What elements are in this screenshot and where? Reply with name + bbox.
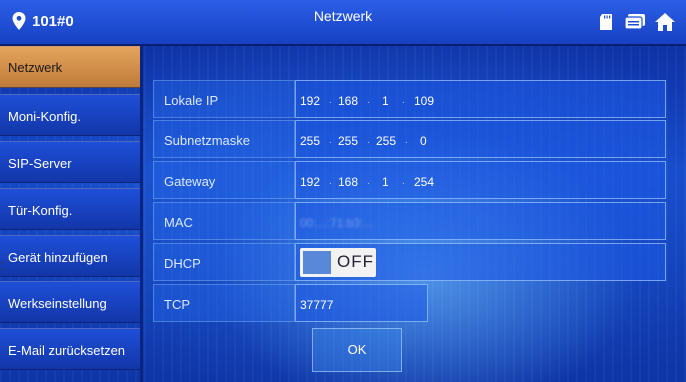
mac-row: MAC 00:...:71:b3:... <box>153 202 666 240</box>
tcp-label: TCP <box>153 284 295 322</box>
local-ip-label: Lokale IP <box>153 80 295 118</box>
ip-dot: . <box>367 95 370 106</box>
top-bar: 101#0 Netzwerk <box>0 0 686 46</box>
subnet-octet-1[interactable]: 255 <box>300 134 320 148</box>
gateway-field[interactable]: 192 . 168 . 1 . 254 <box>295 161 666 199</box>
sidebar-item-geraet-hinzufuegen[interactable]: Gerät hinzufügen <box>0 235 140 277</box>
dhcp-toggle[interactable]: OFF <box>300 248 376 277</box>
ip-octet-2[interactable]: 168 <box>338 94 358 108</box>
ip-dot: . <box>367 176 370 187</box>
subnet-row: Subnetzmaske 255 . 255 . 255 . 0 <box>153 120 666 158</box>
ok-button[interactable]: OK <box>312 328 402 372</box>
subnet-octet-2[interactable]: 255 <box>338 134 358 148</box>
local-ip-field[interactable]: 192 . 168 . 1 . 109 <box>295 80 666 118</box>
subnet-octet-4[interactable]: 0 <box>420 134 427 148</box>
sidebar-divider <box>140 46 143 382</box>
message-icon[interactable] <box>624 13 646 31</box>
tcp-field[interactable]: 37777 <box>295 284 428 322</box>
status-icons <box>598 12 676 32</box>
sidebar-item-netzwerk[interactable]: Netzwerk <box>0 46 140 88</box>
sd-card-icon[interactable] <box>598 13 616 31</box>
subnet-octet-3[interactable]: 255 <box>376 134 396 148</box>
ip-dot: . <box>329 135 332 146</box>
ip-dot: . <box>402 95 405 106</box>
tcp-value[interactable]: 37777 <box>300 298 333 312</box>
gateway-octet-3[interactable]: 1 <box>382 175 389 189</box>
sidebar-item-werkseinstellung[interactable]: Werkseinstellung <box>0 281 140 323</box>
local-ip-row: Lokale IP 192 . 168 . 1 . 109 <box>153 80 666 118</box>
dhcp-label: DHCP <box>153 243 295 281</box>
subnet-label: Subnetzmaske <box>153 120 295 158</box>
gateway-octet-4[interactable]: 254 <box>414 175 434 189</box>
mac-label: MAC <box>153 202 295 240</box>
sidebar-item-tuer-konfig[interactable]: Tür-Konfig. <box>0 188 140 230</box>
ip-octet-1[interactable]: 192 <box>300 94 320 108</box>
mac-value: 00:...:71:b3:... <box>300 216 374 230</box>
toggle-knob <box>303 251 331 274</box>
dhcp-row: DHCP OFF <box>153 243 666 281</box>
sidebar-item-email-zuruecksetzen[interactable]: E-Mail zurücksetzen <box>0 328 140 370</box>
subnet-field[interactable]: 255 . 255 . 255 . 0 <box>295 120 666 158</box>
tcp-row: TCP 37777 <box>153 284 428 322</box>
ip-dot: . <box>402 176 405 187</box>
ip-dot: . <box>405 135 408 146</box>
dhcp-field: OFF <box>295 243 666 281</box>
ip-octet-4[interactable]: 109 <box>414 94 434 108</box>
ip-dot: . <box>367 135 370 146</box>
dhcp-state: OFF <box>337 252 374 271</box>
ip-dot: . <box>329 176 332 187</box>
sidebar-item-sip-server[interactable]: SIP-Server <box>0 141 140 183</box>
gateway-label: Gateway <box>153 161 295 199</box>
gateway-octet-2[interactable]: 168 <box>338 175 358 189</box>
gateway-row: Gateway 192 . 168 . 1 . 254 <box>153 161 666 199</box>
edge-colon: : <box>0 257 4 273</box>
sidebar: Netzwerk Moni-Konfig. SIP-Server Tür-Kon… <box>0 46 140 382</box>
home-icon[interactable] <box>654 12 676 32</box>
ip-octet-3[interactable]: 1 <box>382 94 389 108</box>
mac-field: 00:...:71:b3:... <box>295 202 666 240</box>
page-title: Netzwerk <box>313 8 373 24</box>
ip-dot: . <box>329 95 332 106</box>
sidebar-item-moni-konfig[interactable]: Moni-Konfig. <box>0 94 140 136</box>
gateway-octet-1[interactable]: 192 <box>300 175 320 189</box>
